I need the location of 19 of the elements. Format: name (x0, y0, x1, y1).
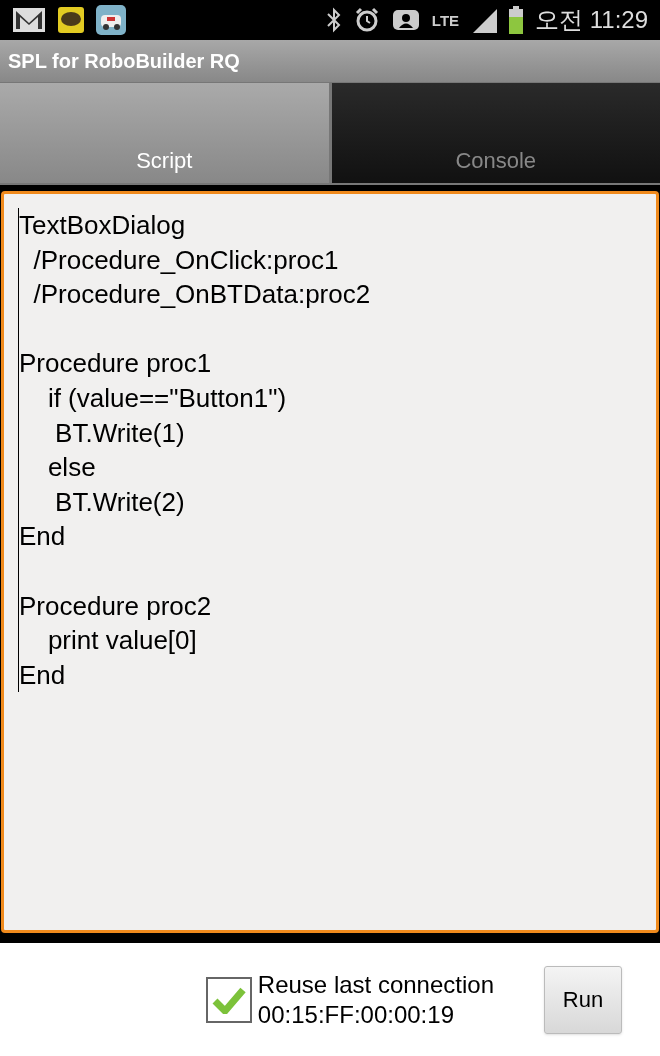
game-app-icon (96, 5, 126, 35)
alarm-clock-icon (353, 7, 380, 33)
chat-app-icon (58, 7, 84, 33)
script-editor[interactable]: TextBoxDialog /Procedure_OnClick:proc1 /Procedure_OnBTData:proc2 Procedure proc1 if (value=="Button1") BT.Write(1) else BT.Write(2) End Procedure proc2 print value[0] End (1, 191, 659, 933)
mail-icon (12, 7, 46, 33)
network-type: LTE (431, 12, 460, 28)
contact-card-icon (391, 8, 420, 32)
tab[interactable]: Console (331, 83, 660, 183)
bluetooth-icon (325, 7, 342, 33)
app-title: SPL for RoboBuilder RQ (8, 49, 240, 74)
check-icon (211, 985, 246, 1014)
device-address: 00:15:FF:00:00:19 (257, 999, 455, 1030)
reuse-checkbox[interactable] (205, 976, 252, 1023)
clock-time: 오전 11:29 (535, 5, 648, 35)
battery-icon (509, 6, 524, 34)
code-text: TextBoxDialog /Procedure_OnClick:proc1 /Procedure_OnBTData:proc2 Procedure proc1 if (value=="Button1") BT.Write(1) else BT.Write(2) End Procedure proc2 print value[0] End (18, 208, 642, 693)
run-button[interactable]: Run (544, 965, 622, 1034)
signal-icon (471, 7, 498, 33)
checkbox-label: Reuse last connection (257, 969, 494, 1000)
